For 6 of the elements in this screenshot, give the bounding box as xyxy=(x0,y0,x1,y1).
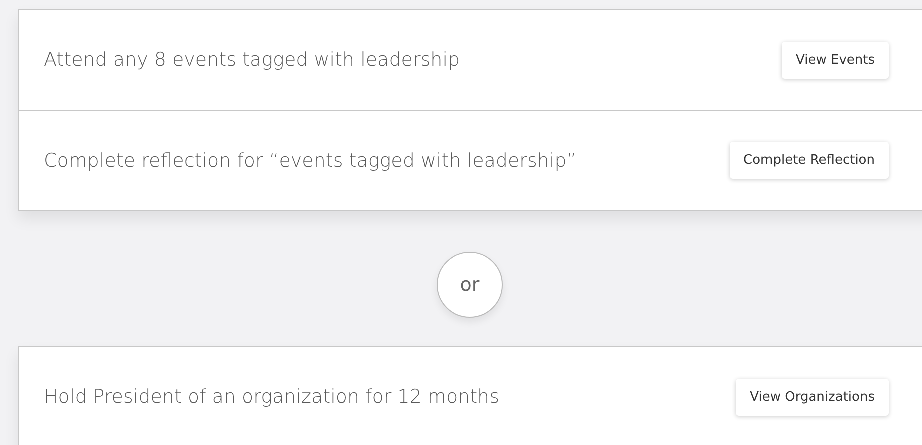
requirement-text: Complete reflection for “events tagged with leadership” xyxy=(44,150,577,172)
requirement-text: Attend any 8 events tagged with leadership xyxy=(44,49,460,71)
action-button[interactable]: Complete Reflection xyxy=(730,142,889,179)
action-button[interactable]: View Events xyxy=(782,42,889,78)
action-button[interactable]: View Organizations xyxy=(736,378,889,416)
requirement-text: Hold President of an organization for 12 months xyxy=(44,386,500,408)
